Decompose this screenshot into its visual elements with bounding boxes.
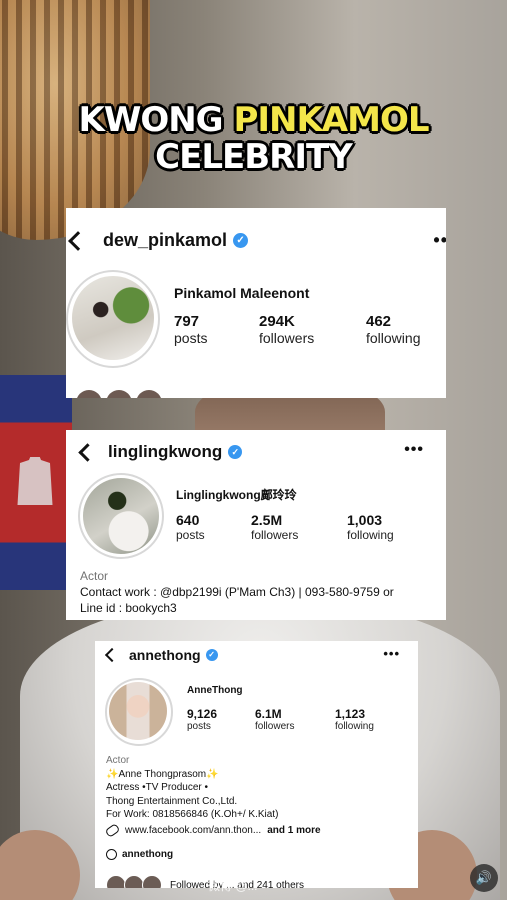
profile-header: linglingkwong ✓ [66, 442, 243, 462]
profile-name: Linglingkwong鄺玲玲 [176, 488, 297, 502]
followers-count: 2.5M [251, 512, 283, 528]
weibo-watermark: 微博 @... [208, 879, 258, 893]
profile-card-dew-pinkamol: dew_pinkamol ✓ •• Pinkamol Maleenont 797… [66, 208, 446, 398]
profile-name: AnneThong [187, 685, 243, 696]
posts-count: 9,126 [187, 707, 218, 721]
following-stat[interactable]: 1,123 following [335, 707, 374, 732]
following-count: 462 [366, 313, 392, 330]
following-count: 1,123 [335, 707, 366, 721]
more-dots-icon[interactable]: ••• [404, 441, 424, 459]
flag [0, 375, 72, 590]
followers-label: followers [255, 721, 295, 732]
profile-handle: linglingkwong [108, 442, 223, 461]
bio-line: Thong Entertainment Co.,Ltd. [106, 795, 238, 807]
threads-handle: annethong [122, 849, 174, 860]
posts-label: posts [174, 330, 208, 346]
profile-bio: Actor ✨Anne Thongprasom✨ Actress •TV Pro… [106, 754, 411, 822]
profile-category: Actor [80, 569, 109, 583]
followers-label: followers [251, 528, 299, 542]
speaker-icon[interactable]: 🔊 [470, 864, 498, 892]
verified-badge-icon: ✓ [205, 649, 218, 661]
followers-count: 294K [259, 313, 295, 330]
profile-header: dew_pinkamol ✓ [66, 230, 249, 251]
chevron-left-icon[interactable] [78, 442, 97, 462]
followers-label: followers [259, 330, 315, 346]
following-stat[interactable]: 462 following [366, 313, 420, 346]
highlight-bubble[interactable] [106, 390, 132, 398]
profile-card-annethong: annethong ✓ ••• AnneThong 9,126 posts 6.… [95, 641, 418, 888]
chevron-left-icon[interactable] [104, 647, 120, 663]
posts-count: 797 [174, 313, 200, 330]
profile-link-url[interactable]: www.facebook.com/ann.thon... [125, 825, 261, 836]
chevron-left-icon[interactable] [68, 230, 88, 251]
posts-label: posts [176, 528, 205, 542]
profile-handle: annethong [129, 647, 201, 663]
following-count: 1,003 [347, 512, 383, 528]
profile-header: annethong ✓ [95, 647, 218, 663]
followers-stat[interactable]: 294K followers [259, 313, 314, 346]
threads-icon [106, 849, 117, 860]
highlight-bubble[interactable] [136, 390, 162, 398]
bio-line: ✨Anne Thongprasom✨ [106, 768, 219, 780]
headline-word-2: PINKAMOL [233, 100, 429, 140]
following-label: following [347, 528, 394, 542]
bio-line: Contact work : @dbp2199i (P'Mam Ch3) | 0… [80, 585, 394, 599]
headline-line-2: CELEBRITY [155, 137, 353, 177]
followers-stat[interactable]: 2.5M followers [251, 512, 298, 542]
bio-line: Actress •TV Producer • [106, 782, 209, 793]
more-dots-icon[interactable]: ••• [383, 646, 400, 661]
threads-badge[interactable]: annethong [106, 849, 173, 860]
follower-avatar [142, 875, 162, 888]
posts-stat[interactable]: 797 posts [174, 313, 207, 346]
avatar[interactable] [109, 682, 167, 740]
bio-line: Line id : bookych3 [80, 601, 177, 615]
following-label: following [366, 330, 421, 346]
profile-handle: dew_pinkamol [103, 230, 228, 250]
verified-badge-icon: ✓ [233, 233, 249, 248]
posts-count: 640 [176, 512, 200, 528]
profile-link-more[interactable]: and 1 more [267, 825, 320, 836]
highlight-bubble[interactable] [76, 390, 102, 398]
avatar[interactable] [83, 478, 159, 554]
profile-card-linglingkwong: linglingkwong ✓ ••• Linglingkwong鄺玲玲 640… [66, 430, 446, 620]
followers-stat[interactable]: 6.1M followers [255, 707, 294, 732]
profile-category: Actor [106, 755, 130, 766]
headline-line-1: KWONG PINKAMOL [0, 100, 507, 140]
profile-name: Pinkamol Maleenont [174, 285, 310, 301]
follower-avatar [124, 875, 144, 888]
posts-stat[interactable]: 9,126 posts [187, 707, 217, 732]
following-label: following [335, 721, 374, 732]
profile-link[interactable]: www.facebook.com/ann.thon... and 1 more [104, 823, 321, 838]
bio-line: For Work: 0818566846 (K.Oh+/ K.Kiat) [106, 809, 279, 820]
following-stat[interactable]: 1,003 following [347, 512, 394, 542]
followers-count: 6.1M [255, 707, 282, 721]
more-dots-icon[interactable]: •• [433, 230, 446, 251]
posts-stat[interactable]: 640 posts [176, 512, 205, 542]
avatar[interactable] [72, 276, 154, 360]
follower-avatar [106, 875, 126, 888]
headline-word-1: KWONG [78, 100, 223, 140]
profile-bio: Actor Contact work : @dbp2199i (P'Mam Ch… [80, 568, 440, 616]
followed-by[interactable]: Followed by ... and 241 others [106, 875, 304, 888]
verified-badge-icon: ✓ [228, 445, 243, 459]
posts-label: posts [187, 721, 211, 732]
story-highlights [76, 390, 162, 398]
link-icon [104, 823, 121, 838]
